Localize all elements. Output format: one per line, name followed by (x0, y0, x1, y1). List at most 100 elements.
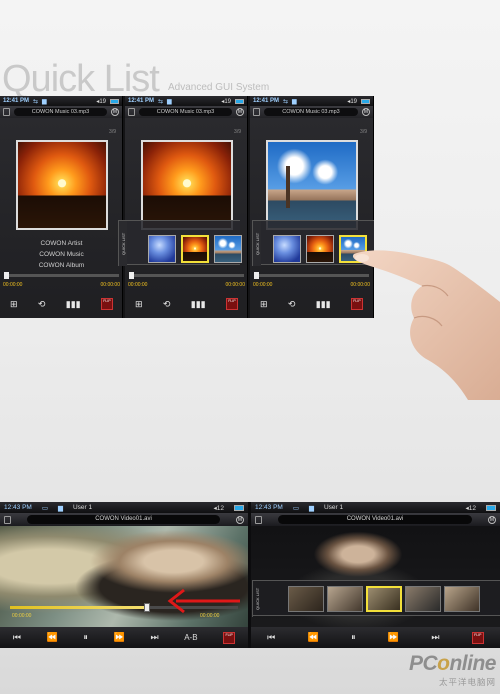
track-count: 3/9 (234, 129, 241, 135)
menu-icon[interactable] (3, 108, 10, 116)
seek-knob[interactable] (129, 272, 134, 279)
album-artwork[interactable] (266, 140, 358, 230)
add-to-list-icon[interactable]: ⊞ (260, 299, 268, 310)
video-thumbnail[interactable] (288, 586, 324, 612)
pause-icon[interactable]: ⏸ (83, 632, 88, 643)
folder-icon: ▆ (308, 504, 314, 512)
album-name: COWON Album (38, 262, 85, 269)
quick-list-thumbnail[interactable] (273, 235, 301, 263)
fast-forward-icon[interactable]: ⏩ (388, 632, 399, 643)
mode-icon[interactable]: M (488, 515, 496, 524)
skip-back-icon[interactable]: ⏮ (13, 632, 21, 643)
skip-forward-icon[interactable]: ⏭ (431, 632, 439, 643)
equalizer-icon[interactable]: ▮▮▮ (66, 299, 81, 310)
red-arrow-icon (167, 588, 240, 614)
status-bar: 12:41 PM ⇆ ▆ ◂19 (250, 96, 373, 106)
mode-icon[interactable]: M (236, 108, 244, 116)
menu-icon[interactable] (255, 515, 262, 524)
flip-button[interactable]: FLIP (471, 631, 484, 644)
seek-knob[interactable] (254, 272, 259, 279)
quick-list-tab[interactable]: QUICK LIST (252, 221, 261, 266)
video-controls-1: ⏮ ⏪ ⏸ ⏩ ⏭ A-B FLIP (0, 627, 248, 648)
battery-icon (235, 98, 244, 104)
elapsed-time: 00:00:00 (128, 282, 148, 288)
user-profile: User 1 (72, 504, 93, 511)
video-frame-thumbnails (288, 586, 480, 612)
flip-button[interactable]: FLIP (100, 298, 113, 310)
remaining-time: 00:00:00 (225, 282, 245, 288)
album-artwork[interactable] (141, 140, 233, 230)
menu-icon[interactable] (253, 108, 260, 116)
status-bar: 12:41 PM ⇆ ▆ ◂19 (0, 96, 122, 106)
elapsed-time: 00:00:00 (253, 282, 273, 288)
shuffle-icon: ⇆ (158, 98, 164, 105)
video-elapsed-time: 00:00:00 (12, 613, 32, 619)
quick-list-tab[interactable]: QUICK LIST (118, 221, 127, 266)
skip-back-icon[interactable]: ⏮ (267, 632, 275, 643)
volume-level: ◂19 (221, 98, 231, 105)
video-thumbnail[interactable] (405, 586, 441, 612)
battery-icon (486, 504, 496, 511)
album-artwork[interactable] (16, 140, 108, 230)
add-to-list-icon[interactable]: ⊞ (135, 299, 143, 310)
shuffle-icon: ⇆ (283, 98, 289, 105)
quick-list-panel[interactable]: QUICK LIST (118, 220, 242, 266)
time-row: 00:00:00 00:00:00 (0, 282, 122, 288)
mode-icon[interactable]: M (362, 108, 370, 116)
seek-knob[interactable] (4, 272, 9, 279)
video-thumbnail[interactable] (444, 586, 480, 612)
title-bar: COWON Music 03.mp3 M (250, 106, 373, 118)
battery-icon (234, 504, 244, 511)
repeat-icon[interactable]: ⟲ (288, 299, 296, 310)
page-subtitle: Advanced GUI System (168, 82, 270, 93)
folder-icon: ▆ (167, 98, 172, 105)
remaining-time: 00:00:00 (100, 282, 120, 288)
seek-bar[interactable] (4, 272, 119, 279)
fast-forward-icon[interactable]: ⏩ (114, 632, 125, 643)
quick-list-thumbnail[interactable] (214, 235, 242, 263)
ab-repeat-button[interactable]: A-B (184, 633, 197, 642)
pointing-hand-image (352, 250, 500, 400)
quick-list-thumbnail-selected[interactable] (181, 235, 209, 263)
equalizer-icon[interactable]: ▮▮▮ (191, 299, 206, 310)
video-quick-list-panel[interactable]: QUICK LIST (252, 580, 500, 617)
clock: 12:41 PM (3, 98, 30, 104)
pause-icon[interactable]: ⏸ (351, 632, 356, 643)
menu-icon[interactable] (4, 515, 11, 524)
menu-icon[interactable] (128, 108, 135, 116)
seek-bar[interactable] (129, 272, 244, 279)
add-to-list-icon[interactable]: ⊞ (10, 299, 18, 310)
track-count: 3/9 (360, 129, 367, 135)
flip-button[interactable]: FLIP (223, 631, 236, 644)
video-thumbnail-selected[interactable] (366, 586, 402, 612)
repeat-icon[interactable]: ⟲ (38, 299, 46, 310)
status-bar: 12:41 PM ⇆ ▆ ◂19 (125, 96, 247, 106)
player-controls: ⊞ ⟲ ▮▮▮ FLIP (0, 298, 122, 310)
quick-list-thumbnails (148, 235, 242, 263)
rewind-icon[interactable]: ⏪ (308, 632, 319, 643)
title-bar: COWON Music 03.mp3 M (125, 106, 247, 118)
player-controls: ⊞ ⟲ ▮▮▮ FLIP (125, 298, 247, 310)
video-seek-knob[interactable] (143, 603, 150, 612)
status-bar: 12:43 PM ▭ ▆ User 1 ◂12 (0, 502, 248, 513)
flip-button[interactable]: FLIP (225, 298, 238, 310)
track-filename: COWON Music 03.mp3 (264, 108, 358, 116)
user-profile: User 1 (323, 504, 344, 511)
mode-icon[interactable]: M (111, 108, 119, 116)
battery-icon (110, 98, 119, 104)
status-bar: 12:43 PM ▭ ▆ User 1 ◂12 (251, 502, 500, 513)
battery-icon (361, 98, 370, 104)
skip-forward-icon[interactable]: ⏭ (150, 632, 158, 643)
music-screen-2: 12:41 PM ⇆ ▆ ◂19 COWON Music 03.mp3 M 3/… (125, 96, 248, 318)
equalizer-icon[interactable]: ▮▮▮ (316, 299, 331, 310)
repeat-icon[interactable]: ⟲ (163, 299, 171, 310)
clock: 12:41 PM (253, 98, 280, 104)
video-thumbnail[interactable] (327, 586, 363, 612)
rewind-icon[interactable]: ⏪ (47, 632, 58, 643)
clock: 12:43 PM (255, 504, 283, 511)
quick-list-thumbnail[interactable] (306, 235, 334, 263)
folder-icon: ▆ (57, 504, 63, 512)
mode-icon[interactable]: M (236, 515, 244, 524)
quick-list-tab[interactable]: QUICK LIST (252, 581, 262, 617)
quick-list-thumbnail[interactable] (148, 235, 176, 263)
